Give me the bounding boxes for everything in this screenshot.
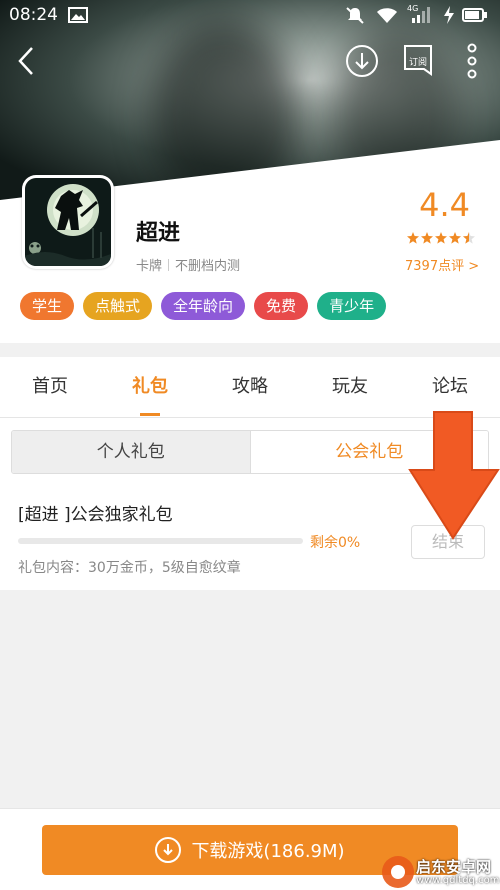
- app-icon: [22, 175, 114, 269]
- download-circle-icon: [346, 45, 378, 77]
- game-banner-image: [0, 0, 500, 200]
- tab-forum[interactable]: 论坛: [410, 357, 490, 417]
- signal-icon: [412, 7, 430, 23]
- gift-title: [超进 ]公会独家礼包: [18, 505, 173, 525]
- app-name: 超进: [136, 221, 181, 246]
- tab-guides[interactable]: 攻略: [210, 357, 290, 417]
- subscribe-label: 订阅: [408, 58, 427, 68]
- personal-gift-tab[interactable]: 个人礼包: [12, 431, 250, 473]
- app-meta: 卡牌 不删档内测: [136, 255, 240, 274]
- tag-student[interactable]: 学生: [20, 292, 75, 320]
- battery-icon: [462, 8, 487, 22]
- back-arrow-icon: [18, 47, 33, 75]
- tag-all-ages[interactable]: 全年龄向: [161, 292, 246, 320]
- charging-icon: [444, 6, 454, 24]
- review-count-link[interactable]: 7397点评 >: [405, 255, 479, 274]
- tag-free[interactable]: 免费: [254, 292, 309, 320]
- app-test-status: 不删档内测: [175, 259, 241, 274]
- notification-muted-icon: [346, 7, 364, 24]
- more-menu-button[interactable]: [450, 36, 494, 86]
- active-tab-indicator: [140, 413, 160, 416]
- status-bar: 08:24 4G: [0, 0, 500, 30]
- top-toolbar: 订阅: [0, 36, 500, 86]
- tag-list: 学生 点触式 全年龄向 免费 青少年: [20, 292, 387, 320]
- gift-remaining: 剩余0%: [310, 535, 361, 551]
- pointer-arrow-icon: [408, 411, 500, 540]
- download-game-label: 下载游戏(186.9M): [191, 841, 345, 862]
- gift-content: 礼包内容：30万金币，5级自愈纹章: [18, 560, 241, 576]
- back-button[interactable]: [4, 36, 48, 86]
- image-notification-icon: [68, 7, 88, 23]
- tag-touch[interactable]: 点触式: [83, 292, 153, 320]
- watermark-url: www.qdltdq.com: [416, 875, 500, 886]
- download-button[interactable]: [340, 36, 384, 86]
- section-tabs: 首页 礼包 攻略 玩友 论坛: [0, 357, 500, 418]
- subscribe-button[interactable]: 订阅: [396, 36, 440, 86]
- more-vertical-icon: [467, 43, 477, 79]
- status-time: 08:24: [9, 5, 58, 25]
- watermark-name: 启东安卓网: [416, 858, 492, 876]
- gift-progress-bar: [18, 538, 303, 544]
- rating-stars-icon: [407, 232, 475, 244]
- tag-teen[interactable]: 青少年: [317, 292, 387, 320]
- tab-home[interactable]: 首页: [10, 357, 90, 417]
- tab-players[interactable]: 玩友: [310, 357, 390, 417]
- app-category: 卡牌: [136, 259, 163, 274]
- tab-gifts[interactable]: 礼包: [110, 357, 190, 417]
- rating-score: 4.4: [419, 186, 470, 224]
- download-icon: [155, 837, 182, 863]
- wifi-icon: [377, 8, 397, 23]
- game-logo-image: [25, 178, 111, 266]
